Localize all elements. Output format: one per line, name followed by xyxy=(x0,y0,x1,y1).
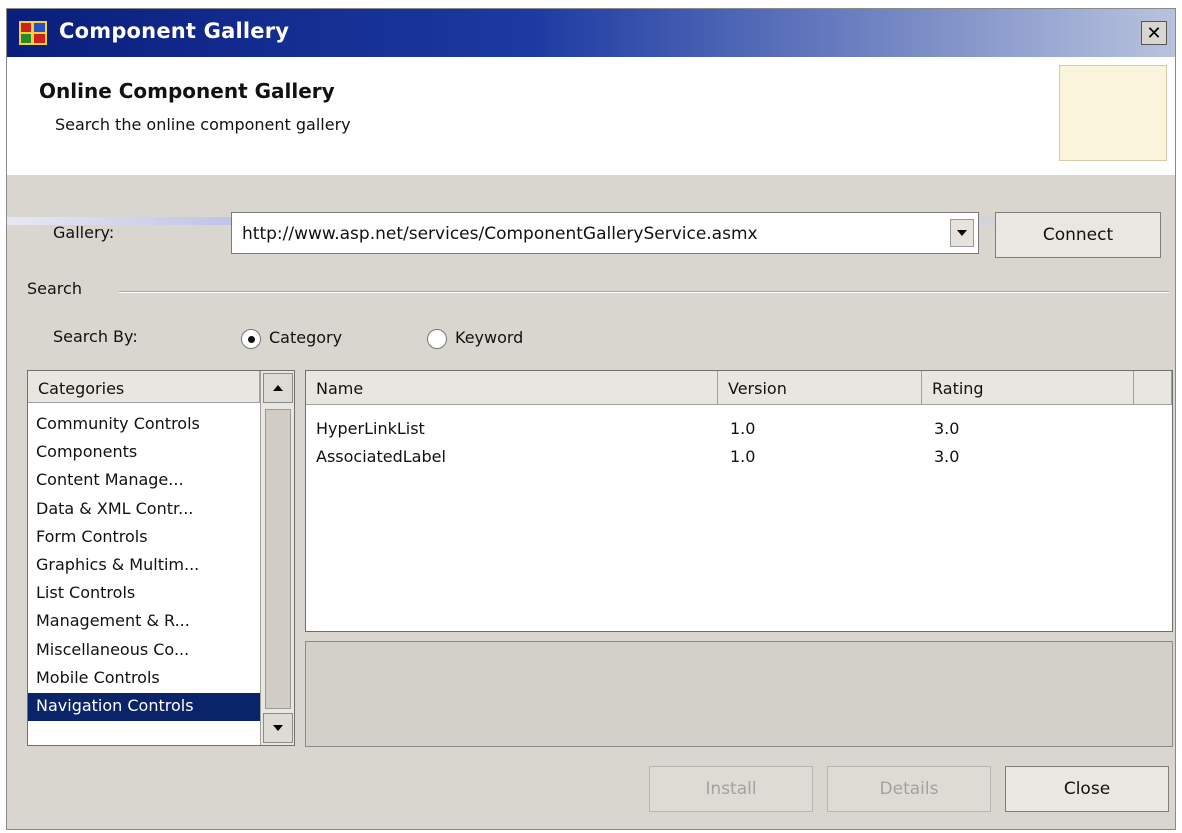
scroll-down-button[interactable] xyxy=(263,713,293,743)
window-title: Component Gallery xyxy=(59,19,290,43)
result-name-cell: AssociatedLabel xyxy=(316,447,446,466)
close-icon: ✕ xyxy=(1146,22,1162,44)
gallery-label: Gallery: xyxy=(53,223,115,242)
keyword-radio-label[interactable]: Keyword xyxy=(455,328,523,347)
category-item[interactable]: Data & XML Contr... xyxy=(28,496,260,524)
category-item-selected[interactable]: Navigation Controls xyxy=(28,692,260,722)
component-details-pane xyxy=(305,641,1173,747)
component-gallery-dialog: Component Gallery ✕ Online Component Gal… xyxy=(6,8,1176,830)
category-item[interactable]: Graphics & Multim... xyxy=(28,552,260,580)
search-group-divider xyxy=(119,291,1169,293)
header-image xyxy=(1059,65,1167,161)
page-subtitle: Search the online component gallery xyxy=(55,115,351,134)
category-radio[interactable] xyxy=(241,329,261,349)
connect-button[interactable]: Connect xyxy=(995,212,1161,258)
gallery-dropdown-button[interactable] xyxy=(950,219,974,247)
category-item[interactable]: Management & R... xyxy=(28,608,260,636)
close-button[interactable]: Close xyxy=(1005,766,1169,812)
search-group-label: Search xyxy=(27,279,82,298)
details-button[interactable]: Details xyxy=(827,766,991,812)
result-rating-cell: 3.0 xyxy=(934,419,960,438)
categories-list[interactable]: Categories Community Controls Components… xyxy=(27,370,295,746)
close-window-button[interactable]: ✕ xyxy=(1141,21,1167,45)
category-item[interactable]: Form Controls xyxy=(28,524,260,552)
result-version-cell: 1.0 xyxy=(730,419,756,438)
component-gallery-icon xyxy=(19,21,47,45)
keyword-radio[interactable] xyxy=(427,329,447,349)
gallery-url-combobox[interactable]: http://www.asp.net/services/ComponentGal… xyxy=(231,212,979,254)
header-banner: Online Component Gallery Search the onli… xyxy=(7,57,1175,225)
chevron-down-icon xyxy=(957,230,967,236)
category-item[interactable]: Mobile Controls xyxy=(28,665,260,693)
scroll-up-button[interactable] xyxy=(263,373,293,403)
category-item[interactable]: Miscellaneous Co... xyxy=(28,637,260,665)
scroll-thumb[interactable] xyxy=(265,409,291,709)
results-list[interactable]: Name Version Rating HyperLinkList 1.0 3.… xyxy=(305,370,1173,632)
category-item[interactable]: Community Controls xyxy=(28,411,260,439)
column-header-name[interactable]: Name xyxy=(306,371,718,405)
page-title: Online Component Gallery xyxy=(39,79,335,103)
arrow-down-icon xyxy=(273,725,283,731)
categories-scrollbar[interactable] xyxy=(260,371,294,745)
column-header-version[interactable]: Version xyxy=(718,371,922,405)
category-item[interactable]: List Controls xyxy=(28,580,260,608)
result-rating-cell: 3.0 xyxy=(934,447,960,466)
gallery-url-value[interactable]: http://www.asp.net/services/ComponentGal… xyxy=(242,224,758,244)
arrow-up-icon xyxy=(273,385,283,391)
search-by-label: Search By: xyxy=(53,327,138,346)
result-name-cell: HyperLinkList xyxy=(316,419,425,438)
column-header-filler xyxy=(1134,371,1172,405)
radio-selected-dot xyxy=(248,336,255,343)
title-bar[interactable]: Component Gallery ✕ xyxy=(7,9,1175,57)
category-item[interactable]: Components xyxy=(28,439,260,467)
category-item[interactable]: Content Manage... xyxy=(28,467,260,495)
categories-items: Community Controls Components Content Ma… xyxy=(28,411,260,722)
install-button[interactable]: Install xyxy=(649,766,813,812)
result-version-cell: 1.0 xyxy=(730,447,756,466)
category-radio-label[interactable]: Category xyxy=(269,328,342,347)
column-header-rating[interactable]: Rating xyxy=(922,371,1134,405)
categories-header[interactable]: Categories xyxy=(28,371,260,403)
